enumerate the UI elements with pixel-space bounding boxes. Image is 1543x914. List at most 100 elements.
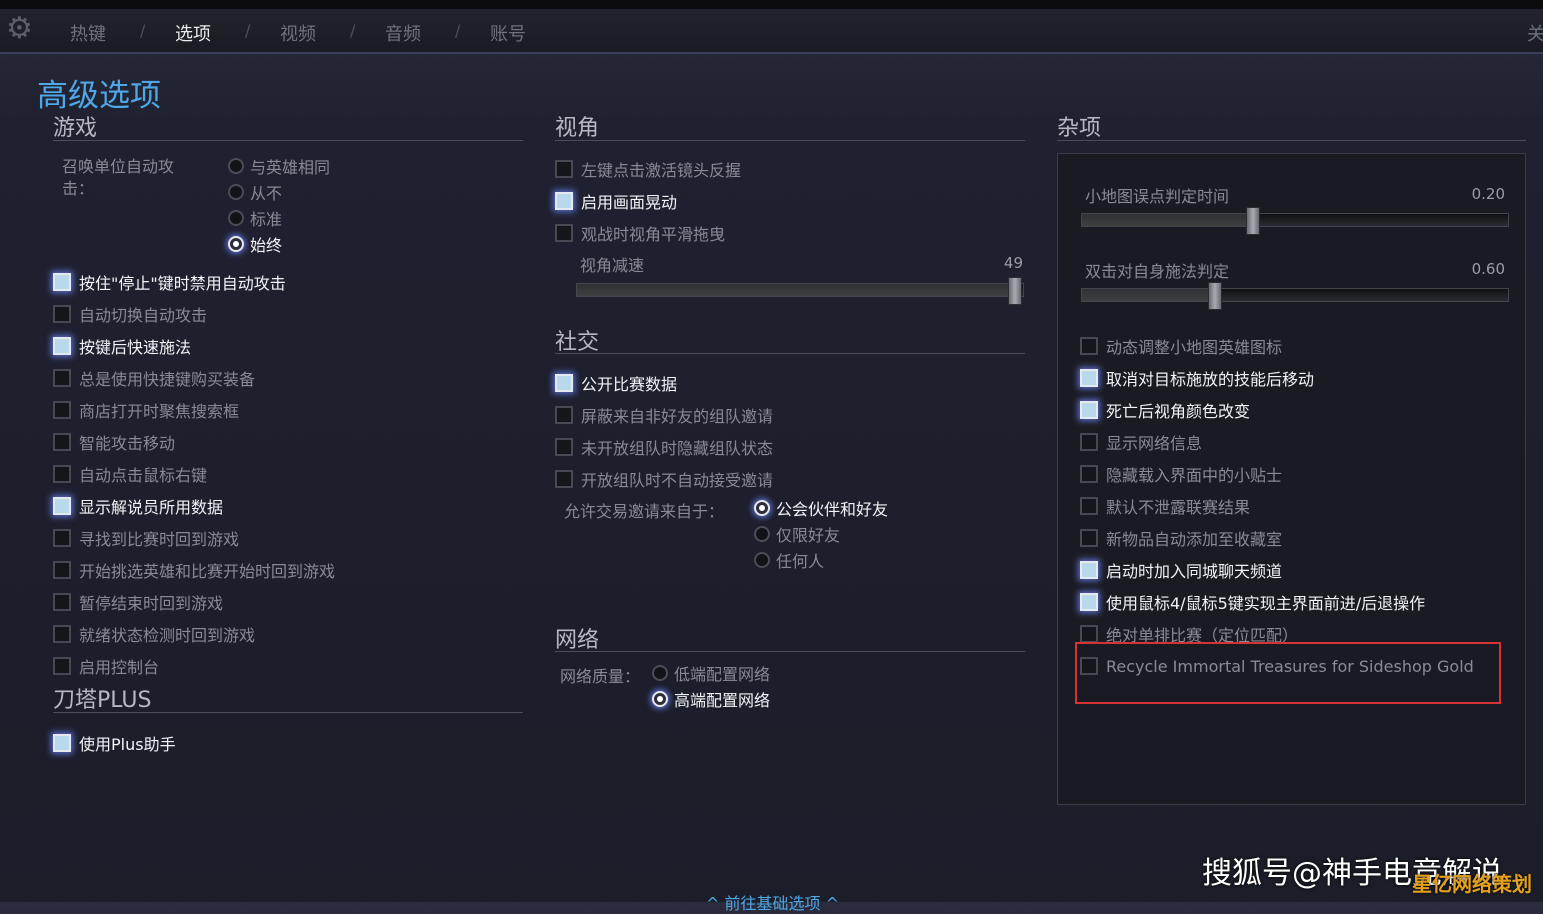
checkbox[interactable] xyxy=(1080,593,1098,611)
checkbox[interactable] xyxy=(53,433,71,451)
checkbox[interactable] xyxy=(1080,561,1098,579)
checkbox[interactable] xyxy=(53,497,71,515)
checkbox[interactable] xyxy=(53,273,71,291)
radio-option[interactable]: 始终 xyxy=(228,232,282,256)
checkbox-row[interactable]: 使用Plus助手 xyxy=(53,731,176,755)
checkbox-row[interactable]: 隐藏载入界面中的小贴士 xyxy=(1080,462,1282,486)
checkbox-row[interactable]: 寻找到比赛时回到游戏 xyxy=(53,526,239,550)
checkbox-row[interactable]: 启动时加入同城聊天频道 xyxy=(1080,558,1282,582)
checkbox-row[interactable]: 新物品自动添加至收藏室 xyxy=(1080,526,1282,550)
radio-option[interactable]: 低端配置网络 xyxy=(652,661,770,685)
checkbox[interactable] xyxy=(555,224,573,242)
checkbox-row[interactable]: 暂停结束时回到游戏 xyxy=(53,590,223,614)
section-title-network: 网络 xyxy=(555,628,600,653)
checkbox-row[interactable]: 开放组队时不自动接受邀请 xyxy=(555,467,773,491)
close-button[interactable]: 关 xyxy=(1527,20,1543,46)
checkbox[interactable] xyxy=(1080,337,1098,355)
checkbox[interactable] xyxy=(53,465,71,483)
tab-audio[interactable]: 音频 xyxy=(385,20,421,46)
checkbox-row[interactable]: 公开比赛数据 xyxy=(555,371,677,395)
radio-button[interactable] xyxy=(754,500,770,516)
radio-button[interactable] xyxy=(228,210,244,226)
checkbox-row[interactable]: 按键后快速施法 xyxy=(53,334,191,358)
radio-option[interactable]: 仅限好友 xyxy=(754,522,840,546)
checkbox-row[interactable]: 就绪状态检测时回到游戏 xyxy=(53,622,255,646)
checkbox-row[interactable]: 自动切换自动攻击 xyxy=(53,302,207,326)
tab-options[interactable]: 选项 xyxy=(175,20,211,46)
tab-account[interactable]: 账号 xyxy=(490,20,526,46)
checkbox[interactable] xyxy=(53,734,71,752)
checkbox-row[interactable]: 使用鼠标4/鼠标5键实现主界面前进/后退操作 xyxy=(1080,590,1425,614)
section-title-plus: 刀塔PLUS xyxy=(53,688,152,713)
checkbox[interactable] xyxy=(53,401,71,419)
checkbox-row[interactable]: 屏蔽来自非好友的组队邀请 xyxy=(555,403,773,427)
checkbox-row[interactable]: 启用画面晃动 xyxy=(555,189,677,213)
checkbox[interactable] xyxy=(53,305,71,323)
checkbox-row[interactable]: 按住"停止"键时禁用自动攻击 xyxy=(53,270,286,294)
checkbox[interactable] xyxy=(53,625,71,643)
checkbox-row[interactable]: 未开放组队时隐藏组队状态 xyxy=(555,435,773,459)
checkbox[interactable] xyxy=(1080,625,1098,643)
radio-button[interactable] xyxy=(652,665,668,681)
radio-button[interactable] xyxy=(652,691,668,707)
section-title-misc: 杂项 xyxy=(1057,116,1102,141)
checkbox-row[interactable]: 左键点击激活镜头反握 xyxy=(555,157,741,181)
checkbox-row[interactable]: 死亡后视角颜色改变 xyxy=(1080,398,1250,422)
section-title-social: 社交 xyxy=(555,330,600,355)
basic-options-link[interactable]: ^ 前往基础选项 ^ xyxy=(706,890,839,914)
checkbox[interactable] xyxy=(1080,465,1098,483)
checkbox[interactable] xyxy=(53,561,71,579)
radio-button[interactable] xyxy=(228,158,244,174)
checkbox-row[interactable]: 取消对目标施放的技能后移动 xyxy=(1080,366,1314,390)
checkbox[interactable] xyxy=(555,406,573,424)
checkbox-row[interactable]: 商店打开时聚焦搜索框 xyxy=(53,398,239,422)
tab-hotkeys[interactable]: 热键 xyxy=(70,20,106,46)
checkbox[interactable] xyxy=(1080,433,1098,451)
gear-icon[interactable]: ⚙ xyxy=(6,14,33,44)
checkbox[interactable] xyxy=(555,374,573,392)
checkbox-row[interactable]: 默认不泄露联赛结果 xyxy=(1080,494,1250,518)
radio-option[interactable]: 高端配置网络 xyxy=(652,687,770,711)
checkbox[interactable] xyxy=(1080,369,1098,387)
checkbox[interactable] xyxy=(53,529,71,547)
checkbox[interactable] xyxy=(53,337,71,355)
checkbox-row[interactable]: 观战时视角平滑拖曳 xyxy=(555,221,725,245)
radio-option[interactable]: 与英雄相同 xyxy=(228,154,330,178)
checkbox-row[interactable]: 显示网络信息 xyxy=(1080,430,1202,454)
slider-thumb[interactable] xyxy=(1008,277,1023,305)
checkbox[interactable] xyxy=(555,470,573,488)
checkbox-row[interactable]: 显示解说员所用数据 xyxy=(53,494,223,518)
checkbox-row[interactable]: 开始挑选英雄和比赛开始时回到游戏 xyxy=(53,558,335,582)
slider-thumb[interactable] xyxy=(1246,207,1261,235)
radio-option[interactable]: 从不 xyxy=(228,180,282,204)
checkbox[interactable] xyxy=(1080,497,1098,515)
checkbox-row[interactable]: 动态调整小地图英雄图标 xyxy=(1080,334,1282,358)
checkbox[interactable] xyxy=(555,192,573,210)
slider-thumb[interactable] xyxy=(1208,282,1223,310)
radio-option[interactable]: 任何人 xyxy=(754,548,824,572)
checkbox[interactable] xyxy=(555,438,573,456)
camera-decel-slider[interactable] xyxy=(576,277,1024,305)
radio-button[interactable] xyxy=(754,552,770,568)
checkbox-row[interactable]: 启用控制台 xyxy=(53,654,159,678)
checkbox[interactable] xyxy=(1080,529,1098,547)
checkbox[interactable] xyxy=(53,369,71,387)
checkbox-row[interactable]: 智能攻击移动 xyxy=(53,430,175,454)
radio-option[interactable]: 标准 xyxy=(228,206,282,230)
checkbox-row[interactable]: 总是使用快捷键购买装备 xyxy=(53,366,255,390)
checkbox[interactable] xyxy=(53,657,71,675)
checkbox-row[interactable]: 自动点击鼠标右键 xyxy=(53,462,207,486)
checkbox[interactable] xyxy=(1080,401,1098,419)
checkbox-label: 启用画面晃动 xyxy=(581,193,678,212)
radio-button[interactable] xyxy=(754,526,770,542)
tab-video[interactable]: 视频 xyxy=(280,20,316,46)
double-tap-self-cast-slider[interactable] xyxy=(1081,282,1509,310)
checkbox-label: 显示网络信息 xyxy=(1106,434,1203,453)
trade-invite-label: 允许交易邀请来自于： xyxy=(564,502,725,521)
checkbox[interactable] xyxy=(53,593,71,611)
minimap-misclick-slider[interactable] xyxy=(1081,207,1509,235)
radio-button[interactable] xyxy=(228,236,244,252)
radio-button[interactable] xyxy=(228,184,244,200)
checkbox[interactable] xyxy=(555,160,573,178)
radio-option[interactable]: 公会伙伴和好友 xyxy=(754,496,888,520)
